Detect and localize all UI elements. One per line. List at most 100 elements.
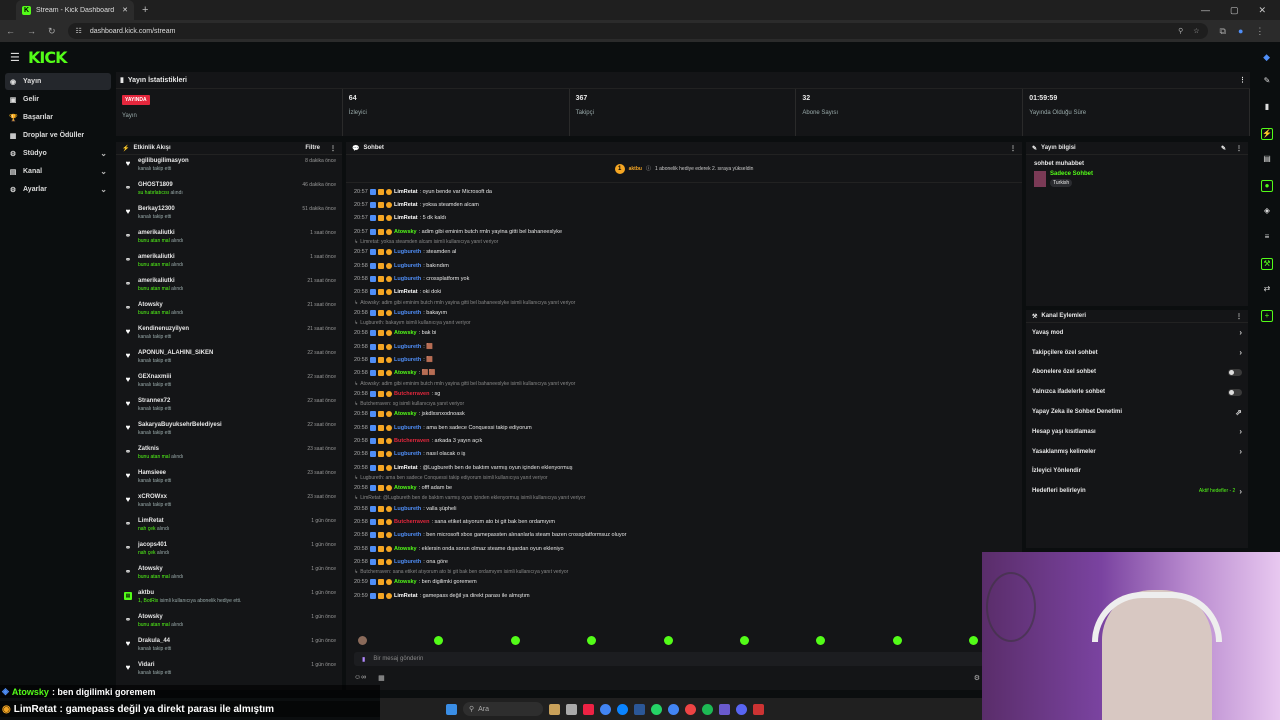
- activity-user[interactable]: APONUN_ALAHINI_SIKEN: [138, 350, 301, 356]
- message-user[interactable]: Atowsky: [394, 370, 417, 376]
- channel-action-item[interactable]: Abonelere özel sohbet: [1026, 363, 1248, 383]
- message-user[interactable]: Lugbureth: [394, 559, 421, 565]
- channel-action-item[interactable]: Hedefleri belirleyin Aktif hedefler - 2 ›: [1026, 481, 1248, 501]
- rail-plus-icon[interactable]: +: [1261, 310, 1273, 322]
- activity-user[interactable]: amerikaliutki: [138, 254, 304, 260]
- message-user[interactable]: Atowsky: [394, 229, 417, 235]
- hamburger-menu-icon[interactable]: ☰: [10, 51, 28, 64]
- message-user[interactable]: Lugbureth: [394, 249, 421, 255]
- spotify-icon[interactable]: [702, 703, 713, 715]
- message-user[interactable]: LimRetat: [394, 593, 418, 599]
- emote-icon[interactable]: [739, 636, 749, 645]
- channel-action-item[interactable]: İzleyici Yönlendir: [1026, 462, 1248, 482]
- maximize-icon[interactable]: ▢: [1230, 5, 1239, 16]
- emote-icon[interactable]: [587, 636, 597, 645]
- activity-user[interactable]: egilibugilimasyon: [138, 158, 299, 164]
- activity-user[interactable]: Atowsky: [138, 614, 305, 620]
- message-user[interactable]: Lugbureth: [394, 506, 421, 512]
- rail-share-icon[interactable]: ⇄: [1261, 284, 1273, 296]
- user-avatar[interactable]: ◆: [1263, 52, 1270, 63]
- activity-user[interactable]: Kendinenuzyilyen: [138, 326, 301, 332]
- bookmark-star-icon[interactable]: ☆: [1193, 27, 1199, 35]
- sidebar-item-6[interactable]: ⚙ Ayarlar ⌄: [5, 181, 111, 198]
- rail-doc-icon[interactable]: ▤: [1261, 154, 1273, 166]
- close-tab-icon[interactable]: ✕: [122, 6, 128, 14]
- message-user[interactable]: LimRetat: [394, 202, 418, 208]
- app-icon-6[interactable]: [634, 703, 645, 715]
- message-user[interactable]: LimRetat: [394, 189, 418, 195]
- message-user[interactable]: Atowsky: [394, 411, 417, 417]
- browser-menu-icon[interactable]: ⋮: [1255, 26, 1264, 37]
- toggle-switch[interactable]: [1228, 368, 1242, 376]
- rail-edit-icon[interactable]: ✎: [1261, 76, 1273, 88]
- back-icon[interactable]: ←: [6, 26, 15, 36]
- channel-action-item[interactable]: Yapay Zeka ile Sohbet Denetimi ⇗: [1026, 402, 1248, 422]
- message-user[interactable]: Butcherraven: [394, 438, 429, 444]
- channel-action-item[interactable]: Hesap yaşı kısıtlaması ›: [1026, 422, 1248, 442]
- message-user[interactable]: Butcherraven: [394, 519, 429, 525]
- sidebar-item-5[interactable]: ▤ Kanal ⌄: [5, 163, 111, 180]
- activity-user[interactable]: Strannex72: [138, 398, 301, 404]
- rail-wrench-icon[interactable]: ⚒: [1261, 258, 1273, 270]
- activity-user[interactable]: Drakula_44: [138, 638, 305, 644]
- browser-tab[interactable]: K Stream - Kick Dashboard ✕: [16, 0, 134, 20]
- emote-icon[interactable]: [816, 636, 826, 645]
- rail-bolt-icon[interactable]: ⚡: [1261, 128, 1273, 140]
- app-icon-3[interactable]: [583, 703, 594, 715]
- activity-user[interactable]: Atowsky: [138, 566, 305, 572]
- chrome-icon[interactable]: [600, 703, 611, 715]
- message-user[interactable]: Lugbureth: [394, 532, 421, 538]
- activity-user[interactable]: GEXnaxmiii: [138, 374, 301, 380]
- site-info-icon[interactable]: ☷: [76, 27, 82, 35]
- emote-icon[interactable]: [510, 636, 520, 645]
- message-user[interactable]: Lugbureth: [394, 276, 421, 282]
- gift-icon[interactable]: ▦: [378, 674, 385, 682]
- stats-menu-icon[interactable]: ⋮: [1239, 76, 1246, 84]
- message-user[interactable]: Atowsky: [394, 546, 417, 552]
- chat-menu-icon[interactable]: ⋮: [1010, 145, 1016, 152]
- channel-action-item[interactable]: Yalnızca ifadelerle sohbet: [1026, 382, 1248, 402]
- sidebar-item-1[interactable]: ▣ Gelir: [5, 91, 111, 108]
- emote-picker-icon[interactable]: ☺∞: [354, 674, 366, 682]
- activity-user[interactable]: Berkay12300: [138, 206, 296, 212]
- activity-user[interactable]: Zatknis: [138, 446, 301, 452]
- chrome-icon-3[interactable]: [685, 703, 696, 715]
- activity-user[interactable]: amerikaliutki: [138, 230, 304, 236]
- message-user[interactable]: Butcherraven: [394, 391, 429, 397]
- message-user[interactable]: Atowsky: [394, 485, 417, 491]
- rail-chart-icon[interactable]: ▮: [1261, 102, 1273, 114]
- activity-user[interactable]: LimRetat: [138, 518, 305, 524]
- emote-icon[interactable]: [434, 636, 444, 645]
- message-user[interactable]: Lugbureth: [394, 451, 421, 457]
- chat-input[interactable]: ▮ Bir mesaj gönderin: [354, 652, 984, 666]
- chrome-icon-2[interactable]: [668, 703, 679, 715]
- activity-menu-icon[interactable]: ⋮: [330, 145, 336, 152]
- sidebar-item-4[interactable]: ⚙ Stüdyo ⌄: [5, 145, 111, 162]
- message-user[interactable]: LimRetat: [394, 215, 418, 221]
- profile-icon[interactable]: ●: [1238, 26, 1243, 36]
- activity-user[interactable]: GHOST1809: [138, 182, 296, 188]
- rail-chat-icon[interactable]: ●: [1261, 180, 1273, 192]
- activity-user[interactable]: Hamsieee: [138, 470, 301, 476]
- channel-action-item[interactable]: Yavaş mod ›: [1026, 323, 1248, 343]
- explorer-icon[interactable]: [549, 703, 560, 715]
- category-name[interactable]: Sadece Sohbet: [1050, 171, 1093, 177]
- rail-list-icon[interactable]: ≡: [1261, 232, 1273, 244]
- message-user[interactable]: Atowsky: [394, 330, 417, 336]
- activity-user[interactable]: SakaryaBuyuksehrBelediyesi: [138, 422, 301, 428]
- edit-icon[interactable]: ✎: [1221, 145, 1226, 152]
- activity-user[interactable]: xCROWxx: [138, 494, 301, 500]
- chat-settings-icon[interactable]: ⚙: [974, 674, 980, 682]
- taskbar-search[interactable]: ⚲ Ara: [463, 702, 543, 716]
- zoom-icon[interactable]: ⚲: [1178, 27, 1183, 35]
- channel-actions-menu-icon[interactable]: ⋮: [1236, 313, 1242, 320]
- reload-icon[interactable]: ↻: [48, 26, 56, 37]
- message-user[interactable]: Lugbureth: [394, 263, 421, 269]
- emote-icon[interactable]: [969, 636, 978, 645]
- message-user[interactable]: LimRetat: [394, 289, 418, 295]
- message-user[interactable]: LimRetat: [394, 465, 418, 471]
- url-field[interactable]: ☷ dashboard.kick.com/stream ⚲ ☆: [67, 23, 1208, 39]
- stream-info-menu-icon[interactable]: ⋮: [1236, 145, 1242, 152]
- close-window-icon[interactable]: ✕: [1258, 5, 1266, 16]
- emote-icon[interactable]: [663, 636, 673, 645]
